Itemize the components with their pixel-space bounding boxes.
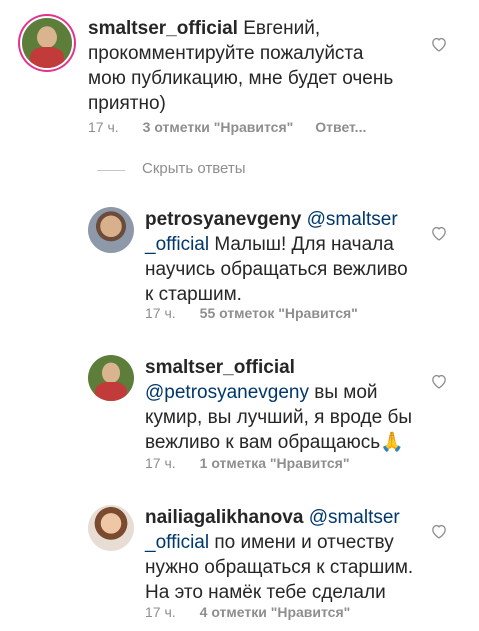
likes-count[interactable]: 3 отметки "Нравится": [143, 119, 294, 135]
reply-nailiagalikhanova: nailiagalikhanova @smaltser _official по …: [0, 495, 479, 631]
comment-meta: 17 ч. 1 отметка "Нравится": [145, 455, 349, 471]
comment-text: petrosyanevgeny @smaltser _official Малыш…: [145, 207, 425, 307]
divider-line: [97, 170, 125, 171]
hide-replies-toggle[interactable]: Скрыть ответы: [97, 160, 357, 182]
comment-meta: 17 ч. 3 отметки "Нравится" Ответ...: [88, 119, 366, 135]
avatar[interactable]: [88, 355, 134, 401]
username[interactable]: smaltser_official: [88, 18, 238, 39]
avatar-body: [30, 47, 64, 68]
likes-count[interactable]: 1 отметка "Нравится": [200, 455, 350, 471]
avatar-body: [95, 381, 127, 401]
mention-link[interactable]: @petrosyanevgeny: [145, 382, 309, 403]
comment-meta: 17 ч. 55 отметок "Нравится": [145, 305, 358, 321]
heart-outline-icon[interactable]: [430, 36, 448, 52]
timestamp: 17 ч.: [145, 604, 176, 620]
username[interactable]: petrosyanevgeny: [145, 209, 301, 230]
timestamp: 17 ч.: [145, 455, 176, 471]
mention-link-cont[interactable]: _official: [145, 234, 209, 255]
mention-link[interactable]: @smaltser: [309, 507, 400, 528]
comment-text: nailiagalikhanova @smaltser _official по …: [145, 505, 435, 605]
comment-meta: 17 ч. 4 отметки "Нравится": [145, 604, 350, 620]
pray-emoji: 🙏: [380, 432, 404, 453]
reply-smaltser: smaltser_official @petrosyanevgeny вы мой…: [0, 345, 479, 480]
comment-smaltser-1: smaltser_official Евгений, прокомментиру…: [0, 0, 479, 140]
avatar-head: [101, 363, 121, 383]
likes-count[interactable]: 4 отметки "Нравится": [200, 604, 351, 620]
avatar[interactable]: [88, 505, 134, 551]
username[interactable]: nailiagalikhanova: [145, 507, 303, 528]
mention-link-cont[interactable]: _official: [145, 532, 209, 553]
timestamp: 17 ч.: [88, 119, 119, 135]
avatar-head: [37, 27, 57, 48]
reply-petrosyanevgeny: petrosyanevgeny @smaltser _official Малыш…: [0, 195, 479, 330]
avatar[interactable]: [22, 18, 72, 68]
comment-text: smaltser_official @petrosyanevgeny вы мой…: [145, 355, 435, 455]
avatar[interactable]: [88, 207, 134, 253]
likes-count[interactable]: 55 отметок "Нравится": [200, 305, 358, 321]
mention-link[interactable]: @smaltser: [307, 209, 398, 230]
heart-outline-icon[interactable]: [430, 523, 448, 539]
hide-replies-label[interactable]: Скрыть ответы: [142, 160, 246, 177]
heart-outline-icon[interactable]: [430, 373, 448, 389]
reply-button[interactable]: Ответ...: [315, 119, 366, 135]
heart-outline-icon[interactable]: [430, 225, 448, 241]
username[interactable]: smaltser_official: [145, 357, 295, 378]
timestamp: 17 ч.: [145, 305, 176, 321]
comment-text: smaltser_official Евгений, прокомментиру…: [88, 16, 428, 116]
